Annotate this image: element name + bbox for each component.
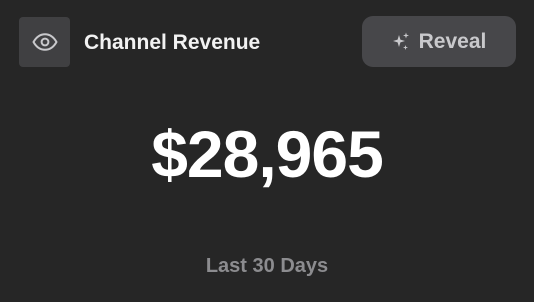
reveal-button-label: Reveal — [418, 29, 487, 53]
eye-icon — [32, 33, 58, 51]
revenue-card: Channel Revenue Reveal $28,965 Last 30 D… — [0, 0, 534, 302]
period-label: Last 30 Days — [205, 255, 329, 277]
card-title: Channel Revenue — [84, 31, 261, 54]
reveal-button[interactable]: Reveal — [362, 16, 516, 67]
sparkle-icon — [392, 32, 410, 52]
revenue-value: $28,965 — [151, 117, 384, 191]
toggle-visibility-button[interactable] — [19, 17, 70, 67]
